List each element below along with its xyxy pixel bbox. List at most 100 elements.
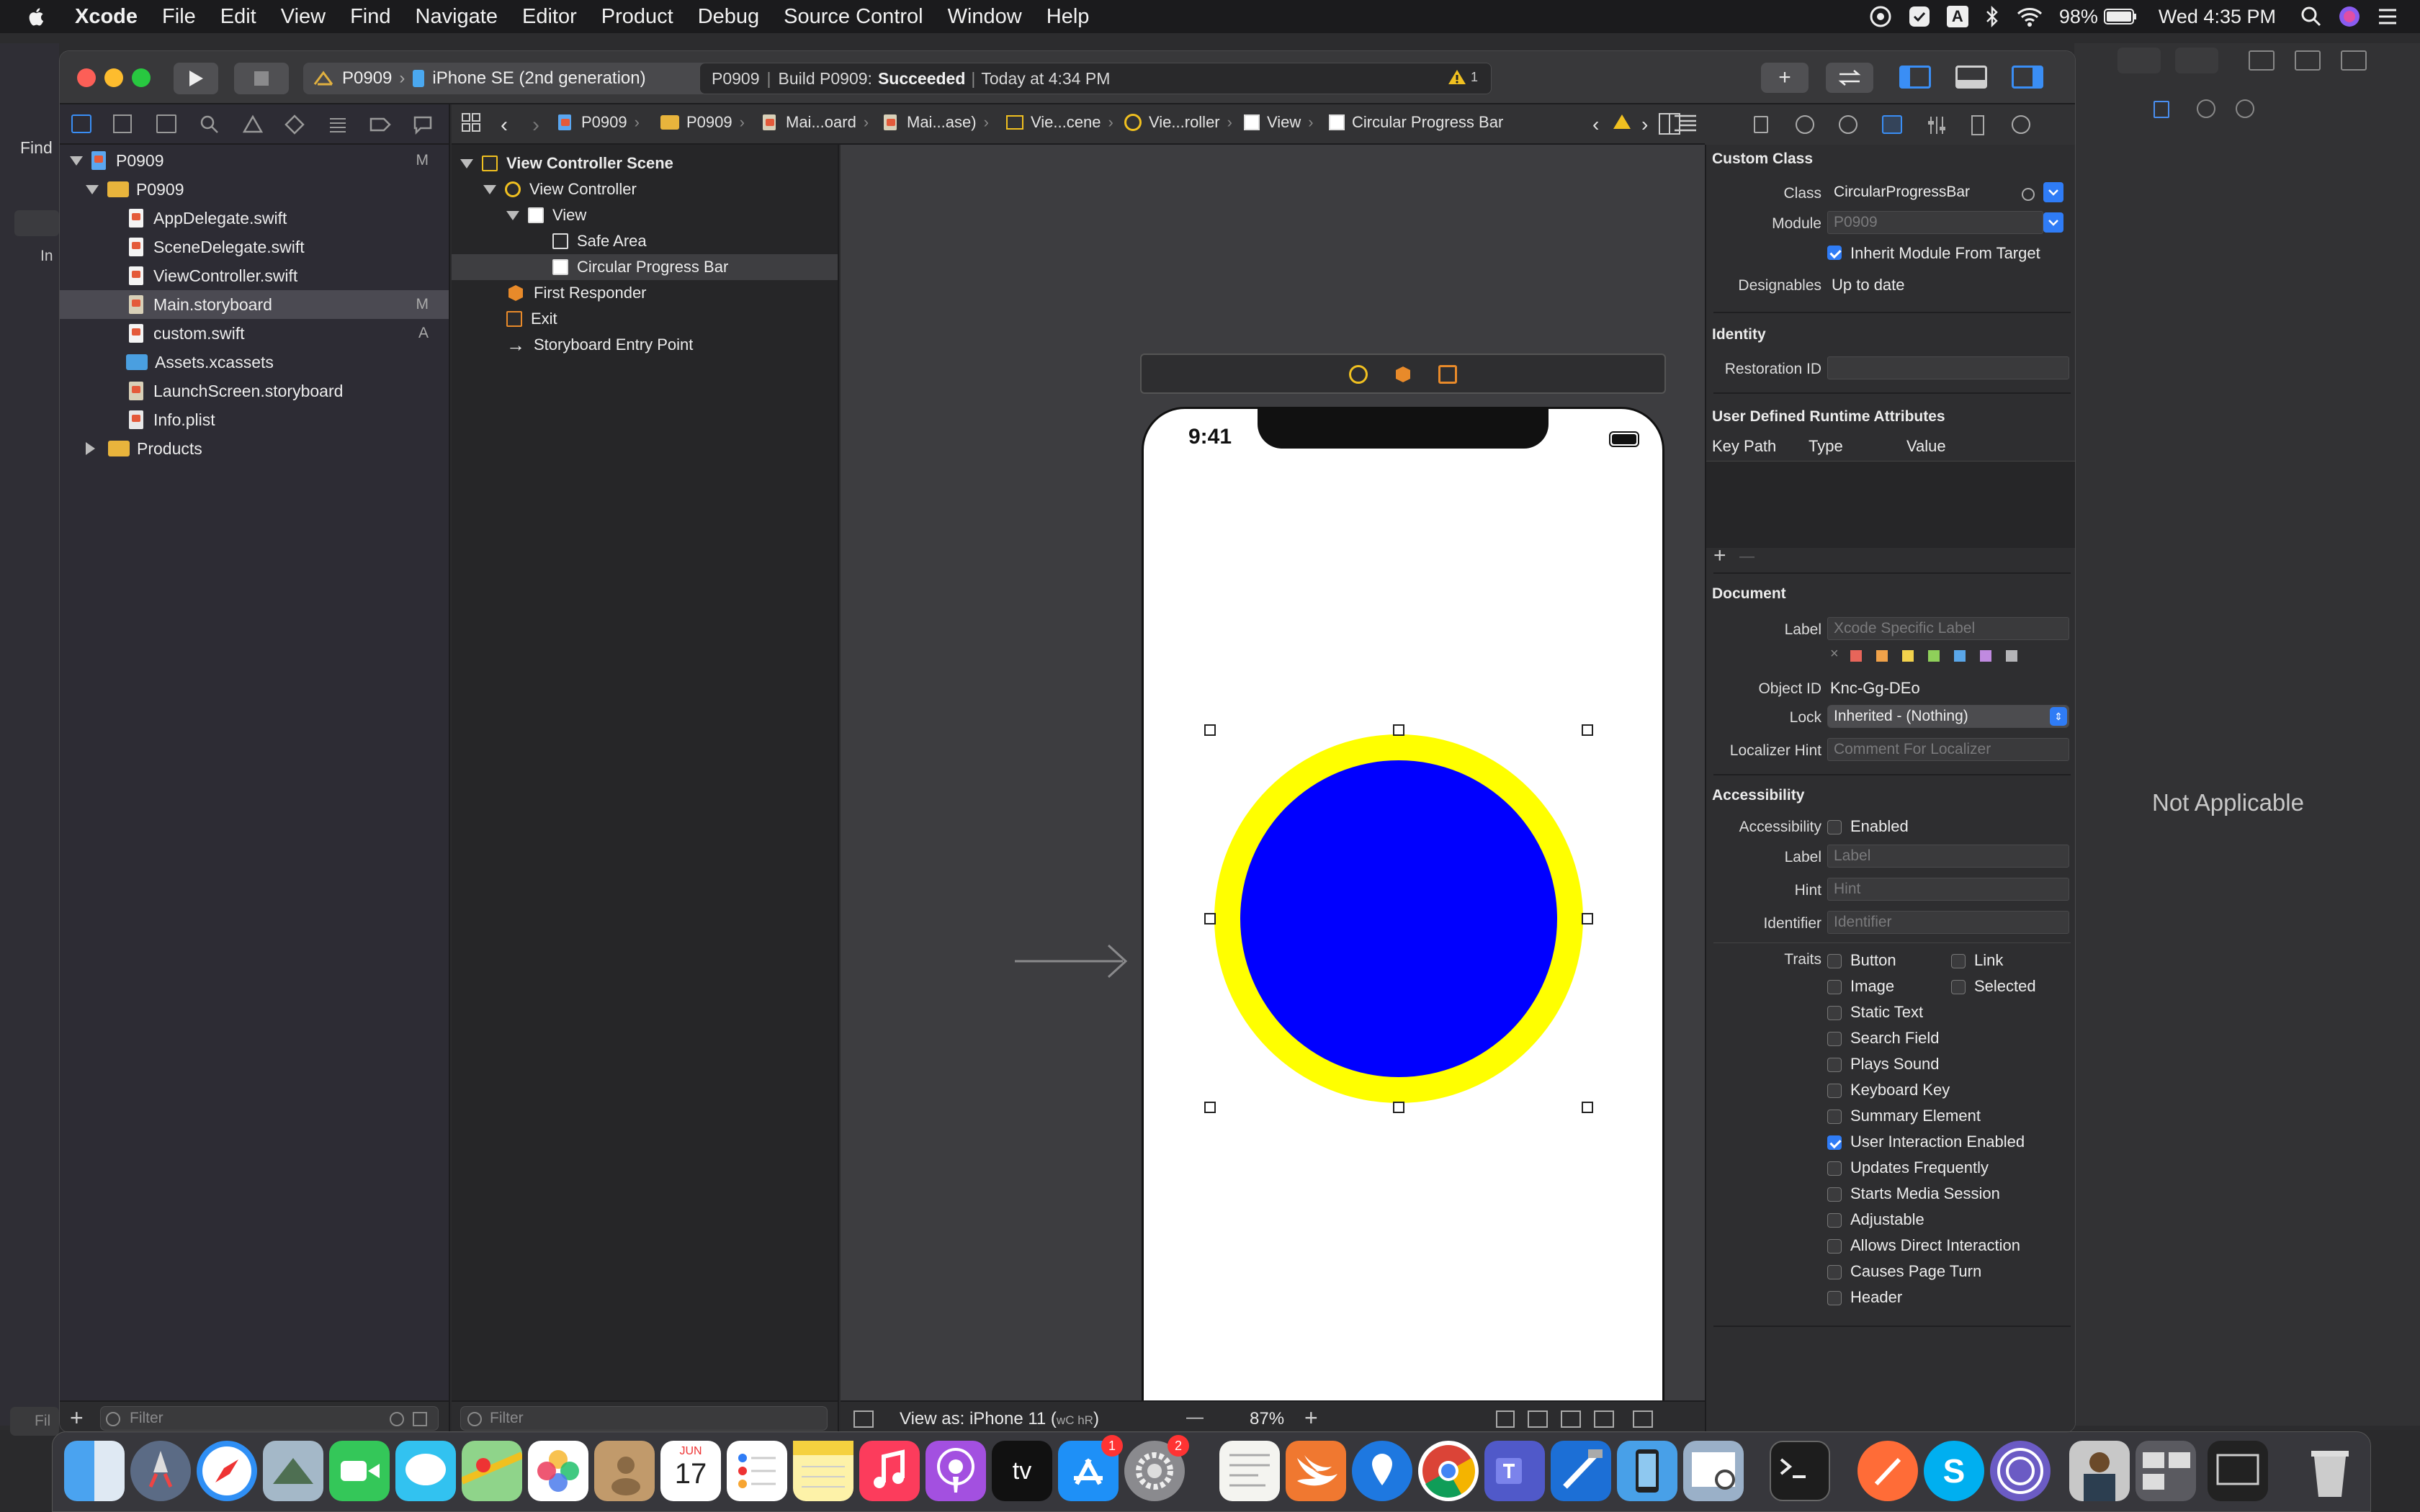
trait-checkbox[interactable]	[1827, 954, 1842, 968]
col-value[interactable]: Value	[1906, 437, 1946, 456]
file-row-group-p0909[interactable]: P0909	[60, 175, 449, 204]
symbol-navigator-tab-icon[interactable]	[156, 114, 176, 133]
color-swatch[interactable]	[1902, 650, 1914, 662]
show-outline-icon[interactable]	[853, 1410, 874, 1428]
clear-label-color-button[interactable]: ×	[1830, 646, 1839, 662]
menu-source-control[interactable]: Source Control	[784, 5, 923, 29]
disclosure-open-icon[interactable]	[483, 184, 496, 194]
preview-icon[interactable]	[1683, 1441, 1744, 1501]
file-row-viewcontroller[interactable]: ViewController.swift	[60, 261, 449, 290]
resize-handle-bottom[interactable]	[1393, 1102, 1404, 1113]
crumb-storyboard-base[interactable]: Mai...ase) ›	[884, 113, 989, 132]
size-inspector-tab-icon[interactable]	[1971, 115, 1984, 135]
trash-icon[interactable]	[2300, 1441, 2360, 1501]
color-swatch[interactable]	[2006, 650, 2017, 662]
storyboard-canvas[interactable]: 9:41 View as: iPhone 11 (wC hR) — 87% +	[841, 145, 1705, 1432]
circular-progress-bar[interactable]	[1201, 721, 1597, 1117]
trait-checkbox[interactable]	[1827, 1135, 1842, 1150]
trait-checkbox[interactable]	[1827, 1006, 1842, 1020]
messages-icon[interactable]	[395, 1441, 456, 1501]
notes-icon[interactable]	[793, 1441, 853, 1501]
crumb-group[interactable]: P0909 ›	[660, 113, 745, 132]
color-swatch[interactable]	[1980, 650, 1991, 662]
class-field[interactable]: CircularProgressBar	[1827, 181, 2033, 204]
file-inspector-tab-icon[interactable]	[2154, 101, 2169, 118]
teams-icon[interactable]	[1484, 1441, 1545, 1501]
photos-icon[interactable]	[528, 1441, 588, 1501]
related-items-icon[interactable]	[462, 113, 480, 132]
navigator-toggle-icon[interactable]	[1899, 66, 1931, 89]
acc-label-field[interactable]: Label	[1827, 845, 2069, 868]
postman-icon[interactable]	[1857, 1441, 1918, 1501]
dock-view-controller-icon[interactable]	[1349, 365, 1368, 384]
location-icon[interactable]	[1352, 1441, 1412, 1501]
music-icon[interactable]	[859, 1441, 920, 1501]
trait-checkbox[interactable]	[1827, 1161, 1842, 1176]
entry-point-arrow-icon[interactable]	[1013, 940, 1136, 983]
xcode-icon[interactable]	[1551, 1441, 1611, 1501]
file-row-products[interactable]: Products	[60, 434, 449, 463]
source-control-filter-icon[interactable]	[413, 1412, 427, 1426]
resize-handle-top-left[interactable]	[1204, 724, 1216, 736]
crumb-project[interactable]: P0909 ›	[558, 113, 640, 132]
forward-button[interactable]: ›	[532, 113, 539, 138]
system-preferences-icon[interactable]: 2	[1124, 1435, 1189, 1501]
calendar-icon[interactable]: JUN 17	[660, 1441, 721, 1501]
menu-help[interactable]: Help	[1047, 5, 1090, 29]
outline-entry-point[interactable]: → Storyboard Entry Point	[452, 332, 838, 358]
dock-exit-icon[interactable]	[1438, 365, 1457, 384]
localizer-hint-field[interactable]: Comment For Localizer	[1827, 738, 2069, 761]
mail-stamp-icon[interactable]	[263, 1441, 323, 1501]
stop-button[interactable]	[234, 63, 289, 94]
minimize-button[interactable]	[104, 68, 123, 87]
identifier-field[interactable]: Identifier	[1827, 911, 2069, 934]
outline-first-responder[interactable]: First Responder	[452, 280, 838, 306]
run-button[interactable]	[174, 63, 218, 94]
test-navigator-tab-icon[interactable]	[284, 114, 305, 135]
color-swatch[interactable]	[1876, 650, 1888, 662]
resize-handle-top-right[interactable]	[1582, 724, 1593, 736]
close-button[interactable]	[77, 68, 96, 87]
outline-safe-area[interactable]: Safe Area	[452, 228, 838, 254]
siri-icon[interactable]	[2338, 5, 2361, 28]
crumb-view[interactable]: View ›	[1244, 113, 1314, 132]
lock-popup[interactable]: Inherited - (Nothing) ⇕	[1827, 705, 2069, 728]
disclosure-open-icon[interactable]	[70, 156, 83, 166]
apple-menu[interactable]	[27, 6, 46, 27]
color-swatch[interactable]	[1928, 650, 1940, 662]
simulator-icon[interactable]	[1617, 1441, 1677, 1501]
align-icon[interactable]	[1561, 1410, 1581, 1428]
add-editor-icon[interactable]	[1659, 113, 1680, 135]
resize-handle-right[interactable]	[1582, 913, 1593, 924]
background-swap-button[interactable]	[2175, 48, 2218, 73]
issue-warning-icon[interactable]	[1613, 113, 1631, 130]
trait-checkbox[interactable]	[1827, 1187, 1842, 1202]
trait-checkbox[interactable]	[1951, 954, 1966, 968]
back-button[interactable]: ‹	[501, 113, 508, 138]
bluetooth-icon[interactable]	[1984, 5, 2000, 28]
document-label-field[interactable]: Xcode Specific Label	[1827, 617, 2069, 640]
trait-checkbox[interactable]	[1827, 1084, 1842, 1098]
menu-edit[interactable]: Edit	[220, 5, 256, 29]
navigator-filter-field[interactable]: Filter	[100, 1406, 439, 1431]
creative-cloud-icon[interactable]	[1869, 5, 1892, 28]
background-filter-field[interactable]: Fil	[10, 1407, 59, 1436]
help-tab-icon[interactable]	[2236, 99, 2254, 118]
disclosure-open-icon[interactable]	[460, 158, 473, 168]
background-bottom-panel-icon[interactable]	[2295, 50, 2321, 71]
quick-help-tab-icon[interactable]	[1839, 115, 1857, 134]
zoom-button[interactable]	[132, 68, 151, 87]
file-row-custom-swift[interactable]: custom.swift A	[60, 319, 449, 348]
issue-navigator-tab-icon[interactable]	[243, 114, 263, 135]
trait-checkbox[interactable]	[1827, 1291, 1842, 1305]
swift-playgrounds-icon[interactable]	[1286, 1441, 1346, 1501]
add-constraints-icon[interactable]	[1594, 1410, 1614, 1428]
mission-control-icon[interactable]	[2136, 1441, 2196, 1501]
accessibility-enabled-checkbox[interactable]	[1827, 820, 1842, 834]
next-issue-button[interactable]: ›	[1641, 113, 1648, 136]
file-row-project[interactable]: P0909 M	[60, 146, 449, 175]
scheme-selector[interactable]: P0909 › iPhone SE (2nd generation)	[303, 63, 712, 94]
network-icon[interactable]	[1990, 1441, 2051, 1501]
contacts-icon[interactable]	[594, 1441, 655, 1501]
crumb-circular-progress-bar[interactable]: Circular Progress Bar	[1329, 113, 1503, 132]
